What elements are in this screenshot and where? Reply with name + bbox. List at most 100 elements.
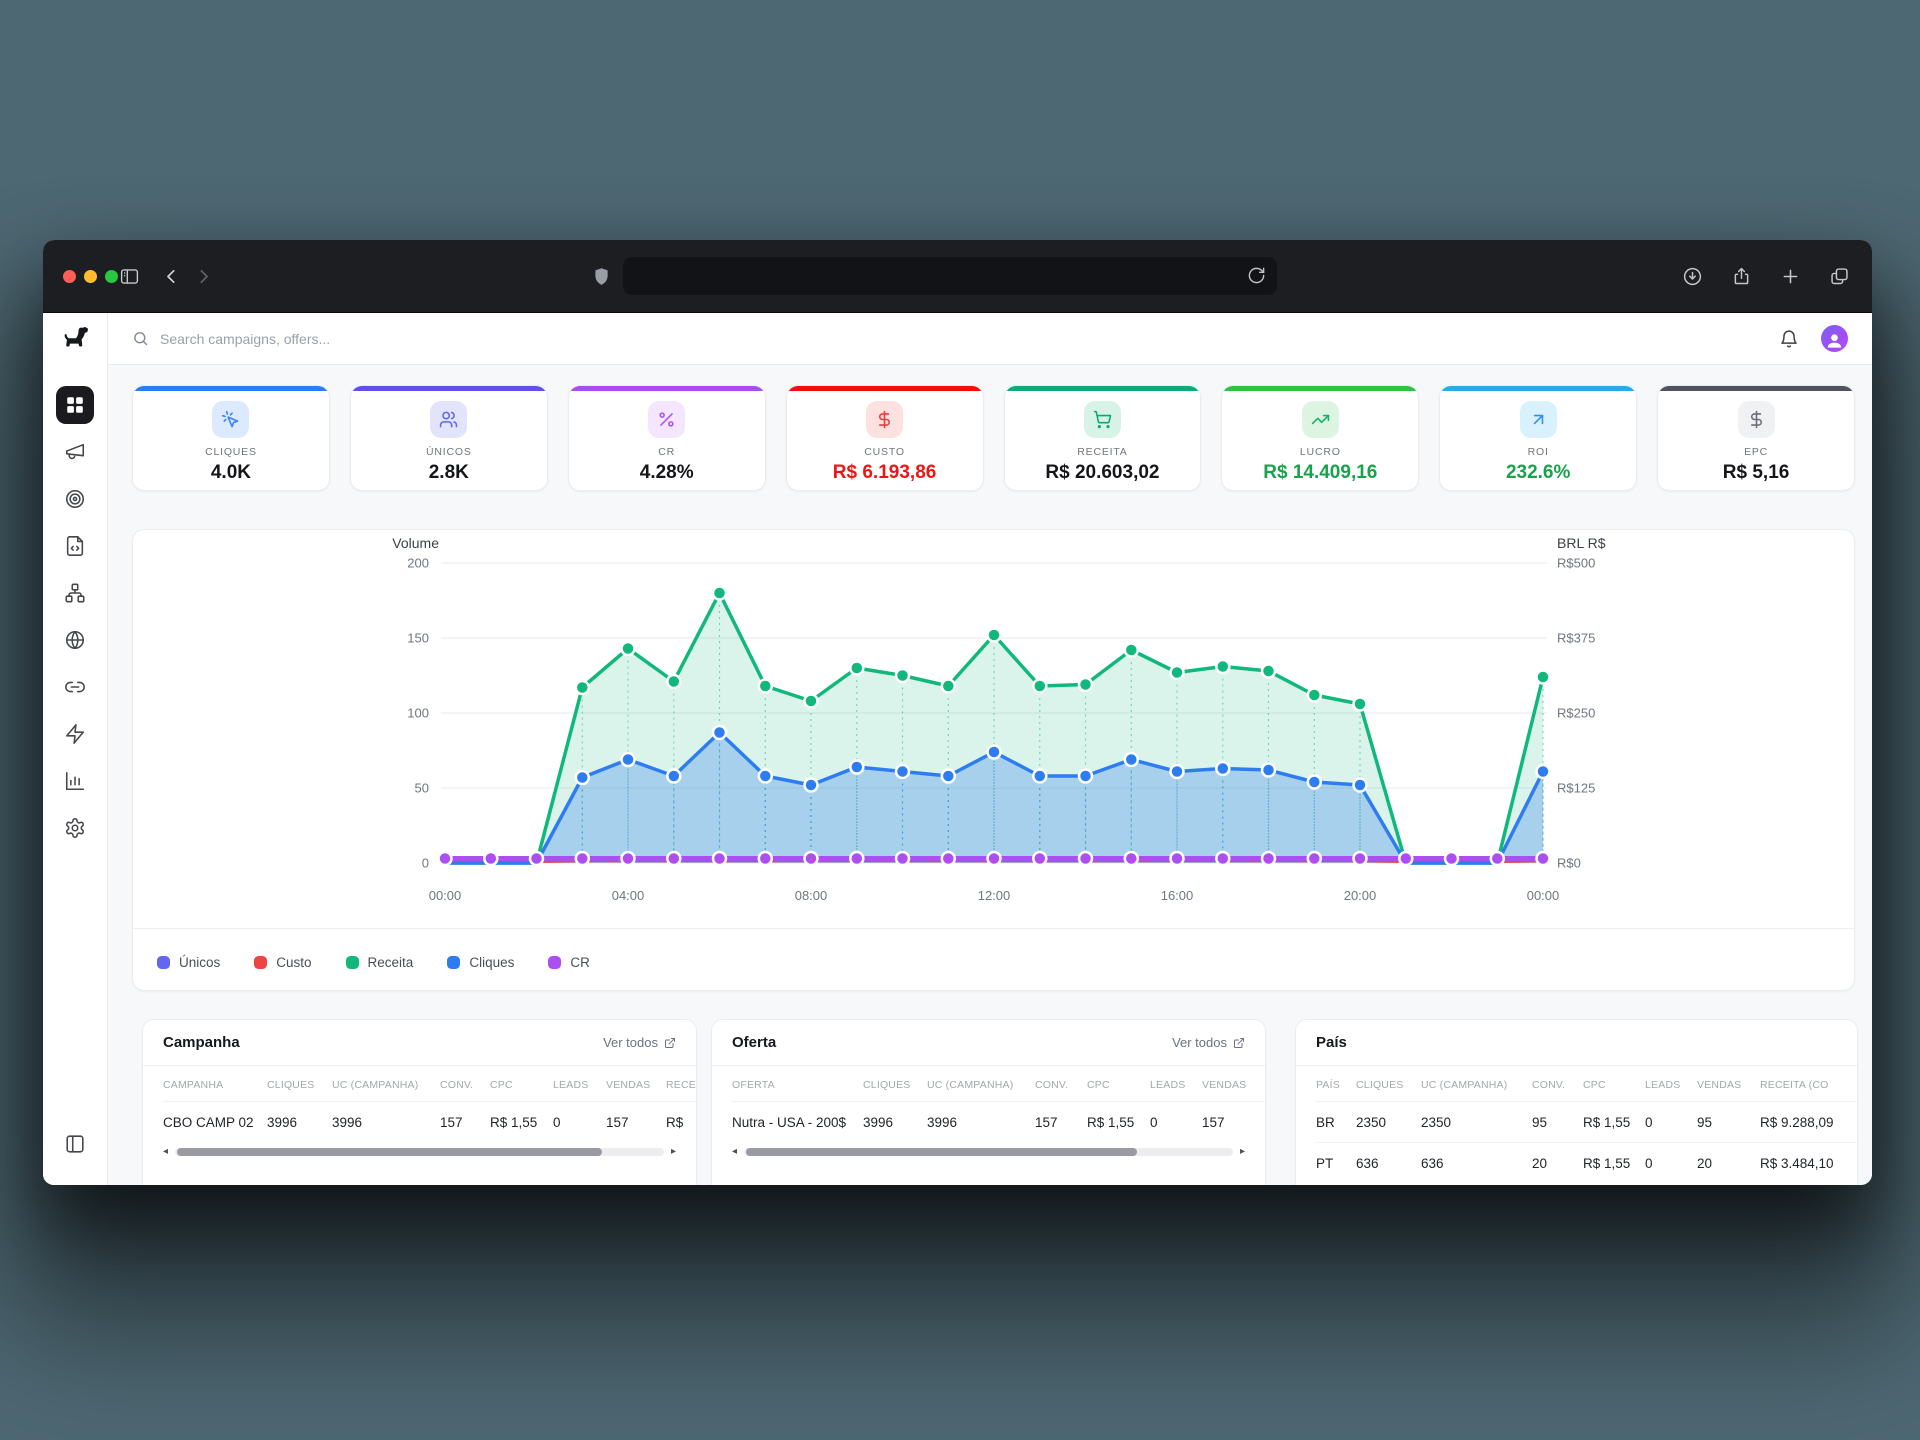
scrollbar-track[interactable] <box>175 1148 664 1156</box>
shield-icon[interactable] <box>591 266 612 287</box>
scroll-right-arrow[interactable]: ▸ <box>1240 1147 1245 1157</box>
table-header-row: PAÍSCLIQUESUC (CAMPANHA)CONV.CPCLEADSVEN… <box>1316 1068 1857 1101</box>
sidebar-item-globe[interactable] <box>56 621 94 659</box>
panel-left-icon <box>64 1133 86 1155</box>
legend-label: Únicos <box>179 955 220 970</box>
column-header: CPC <box>1583 1079 1645 1091</box>
chart-plot-area: 050100150200VolumeR$0R$125R$250R$375R$50… <box>133 530 1854 928</box>
search-input[interactable]: Search campaigns, offers... <box>132 330 330 347</box>
kpi-card-cliques: CLIQUES4.0K <box>132 385 330 491</box>
svg-text:BRL R$: BRL R$ <box>1557 535 1606 551</box>
table-title: País <box>1316 1034 1347 1051</box>
table-row[interactable]: PT63663620R$ 1,55020R$ 3.484,10 <box>1316 1142 1857 1183</box>
table-cell: 636 <box>1421 1156 1532 1171</box>
table-cell: Nutra - USA - 200$ <box>732 1115 863 1130</box>
legend-item-custo[interactable]: Custo <box>254 955 311 970</box>
address-bar[interactable] <box>623 257 1277 295</box>
trending-up-icon <box>1311 410 1330 429</box>
table-row[interactable]: CBO CAMP 0239963996157R$ 1,550157R$ <box>163 1101 696 1142</box>
kpi-icon-tile <box>648 401 685 438</box>
close-button[interactable] <box>63 270 76 283</box>
avatar[interactable] <box>1821 325 1848 352</box>
dog-logo-icon <box>62 325 89 352</box>
svg-text:12:00: 12:00 <box>978 888 1011 903</box>
legend-item-receita[interactable]: Receita <box>346 955 414 970</box>
column-header: PAÍS <box>1316 1079 1356 1091</box>
share-icon[interactable] <box>1731 266 1752 287</box>
tabs-overview-icon[interactable] <box>1829 266 1850 287</box>
sidebar-item-target[interactable] <box>56 480 94 518</box>
legend-item-cr[interactable]: CR <box>548 955 590 970</box>
reload-icon[interactable] <box>1247 266 1266 285</box>
legend-chip <box>548 956 561 969</box>
kpi-icon-tile <box>430 401 467 438</box>
kpi-icon-tile <box>1084 401 1121 438</box>
legend-chip <box>447 956 460 969</box>
legend-item-cliques[interactable]: Cliques <box>447 955 514 970</box>
table-cell: 3996 <box>332 1115 440 1130</box>
sidebar-item-bar-chart[interactable] <box>56 762 94 800</box>
scroll-left-arrow[interactable]: ◂ <box>163 1147 168 1157</box>
search-icon <box>132 330 149 347</box>
column-header: CONV. <box>440 1079 490 1091</box>
kpi-label: CLIQUES <box>133 446 329 458</box>
scrollbar-thumb[interactable] <box>746 1148 1137 1156</box>
svg-text:08:00: 08:00 <box>795 888 828 903</box>
kpi-accent-bar <box>1222 386 1418 391</box>
sidebar-item-dashboard[interactable] <box>56 386 94 424</box>
kpi-icon-tile <box>1520 401 1557 438</box>
ver-todos-link[interactable]: Ver todos <box>603 1035 676 1050</box>
scroll-right-arrow[interactable]: ▸ <box>671 1147 676 1157</box>
sidebar-item-file-code[interactable] <box>56 527 94 565</box>
kpi-card-cr: CR4.28% <box>568 385 766 491</box>
legend-item--nicos[interactable]: Únicos <box>157 955 220 970</box>
column-header: CAMPANHA <box>163 1079 267 1091</box>
sidebar-item-zap[interactable] <box>56 715 94 753</box>
sidebar-item-megaphone[interactable] <box>56 433 94 471</box>
column-header: LEADS <box>1150 1079 1202 1091</box>
collapse-sidebar-button[interactable] <box>56 1125 94 1163</box>
svg-text:04:00: 04:00 <box>612 888 645 903</box>
kpi-value: R$ 6.193,86 <box>787 462 983 484</box>
browser-titlebar <box>43 240 1872 313</box>
horizontal-scrollbar[interactable]: ◂▸ <box>712 1147 1265 1157</box>
kpi-row: CLIQUES4.0KÚNICOS2.8KCR4.28%CUSTOR$ 6.19… <box>132 385 1855 491</box>
bell-icon[interactable] <box>1779 329 1799 349</box>
column-header: LEADS <box>553 1079 606 1091</box>
search-placeholder: Search campaigns, offers... <box>160 331 330 347</box>
kpi-accent-bar <box>1005 386 1201 391</box>
scroll-left-arrow[interactable]: ◂ <box>732 1147 737 1157</box>
horizontal-scrollbar[interactable]: ◂▸ <box>143 1147 696 1157</box>
sidebar-item-settings[interactable] <box>56 809 94 847</box>
svg-text:R$250: R$250 <box>1557 706 1595 721</box>
app-logo[interactable] <box>43 313 107 364</box>
column-header: LEADS <box>1645 1079 1697 1091</box>
table-cell: 3996 <box>927 1115 1035 1130</box>
forward-icon[interactable] <box>193 266 214 287</box>
kpi-value: R$ 20.603,02 <box>1005 462 1201 484</box>
column-header: CLIQUES <box>1356 1079 1421 1091</box>
column-header: CLIQUES <box>863 1079 927 1091</box>
new-tab-icon[interactable] <box>1780 266 1801 287</box>
traffic-chart: 050100150200VolumeR$0R$125R$250R$375R$50… <box>133 530 1855 923</box>
column-header: CPC <box>490 1079 553 1091</box>
sidebar-item-network[interactable] <box>56 574 94 612</box>
kpi-label: RECEITA <box>1005 446 1201 458</box>
sidebar-toggle-icon[interactable] <box>119 266 140 287</box>
table-card-header: OfertaVer todos <box>712 1020 1265 1066</box>
table-cell: 0 <box>1645 1115 1697 1130</box>
table-row[interactable]: Nutra - USA - 200$39963996157R$ 1,550157 <box>732 1101 1265 1142</box>
ver-todos-link[interactable]: Ver todos <box>1172 1035 1245 1050</box>
table-cell: CBO CAMP 02 <box>163 1115 267 1130</box>
table-cell: 3996 <box>863 1115 927 1130</box>
column-header: VENDAS <box>1202 1079 1262 1091</box>
zoom-button[interactable] <box>105 270 118 283</box>
table-row[interactable]: BR2350235095R$ 1,55095R$ 9.288,09 <box>1316 1101 1857 1142</box>
sidebar-item-link[interactable] <box>56 668 94 706</box>
downloads-icon[interactable] <box>1682 266 1703 287</box>
back-icon[interactable] <box>161 266 182 287</box>
scrollbar-thumb[interactable] <box>177 1148 602 1156</box>
scrollbar-track[interactable] <box>744 1148 1233 1156</box>
minimize-button[interactable] <box>84 270 97 283</box>
users-icon <box>439 410 458 429</box>
